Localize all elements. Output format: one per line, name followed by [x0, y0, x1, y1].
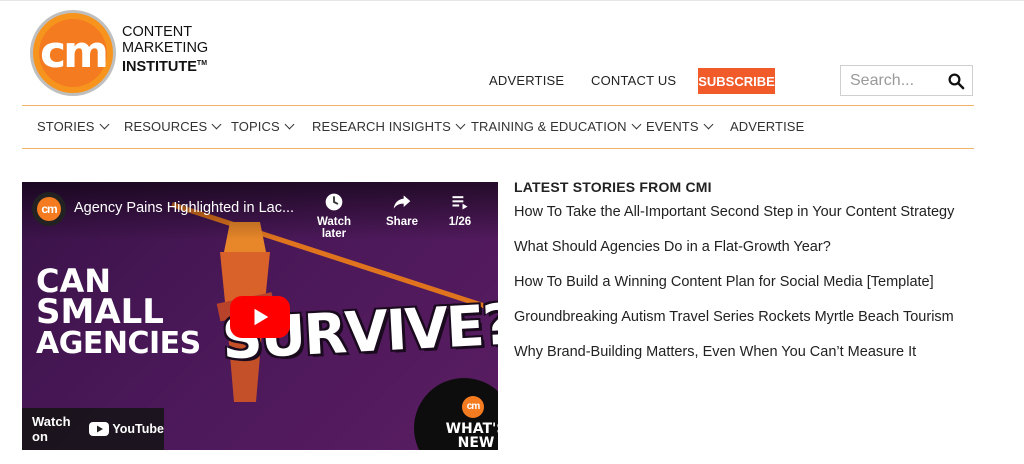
nav-item-research-insights[interactable]: RESEARCH INSIGHTS [312, 119, 466, 134]
play-icon [254, 308, 269, 326]
nav-label: TOPICS [231, 119, 280, 134]
nav-item-advertise[interactable]: ADVERTISE [730, 119, 804, 134]
latest-stories-heading: LATEST STORIES FROM CMI [514, 179, 712, 195]
chevron-down-icon [703, 119, 714, 130]
logo-line-2: MARKETING [122, 40, 209, 56]
nav-item-training-education[interactable]: TRAINING & EDUCATION [471, 119, 642, 134]
chevron-down-icon [284, 119, 295, 130]
story-link[interactable]: How To Take the All-Important Second Ste… [514, 204, 954, 220]
badge-line-1: WHAT'S [445, 421, 498, 437]
logo-mark: cm [40, 27, 109, 78]
chevron-down-icon [211, 119, 222, 130]
nav-bottom-rule [22, 148, 974, 149]
top-border [0, 0, 1024, 1]
nav-item-topics[interactable]: TOPICS [231, 119, 295, 134]
logo-line-3-text: INSTITUTE [122, 58, 197, 75]
story-link[interactable]: Groundbreaking Autism Travel Series Rock… [514, 309, 954, 325]
share-arrow-icon [393, 195, 411, 209]
channel-avatar[interactable]: cm [32, 192, 66, 226]
thumb-text-agencies: AGENCIES [36, 326, 201, 361]
nav-label: TRAINING & EDUCATION [471, 119, 627, 134]
logo-line-1: CONTENT [122, 24, 193, 40]
youtube-play-icon [89, 422, 110, 436]
chevron-down-icon [455, 119, 466, 130]
youtube-word: YouTube [112, 422, 164, 436]
share-label: Share [386, 216, 418, 228]
nav-label: RESEARCH INSIGHTS [312, 119, 451, 134]
clock-icon [325, 193, 343, 211]
playlist-icon [452, 196, 468, 210]
cmi-logo[interactable]: cm CONTENT MARKETING INSTITUTETM [30, 10, 220, 98]
nav-label: STORIES [37, 119, 95, 134]
logo-line-3: INSTITUTETM [122, 56, 222, 75]
trademark: TM [196, 60, 208, 67]
badge-mark: cm [462, 396, 484, 418]
share-button[interactable]: Share [372, 192, 432, 228]
whats-new-badge: cm WHAT'S NEW [414, 378, 498, 450]
nav-item-events[interactable]: EVENTS [646, 119, 714, 134]
youtube-logo: YouTube [89, 422, 164, 436]
watch-later-label: Watch later [316, 216, 352, 240]
story-link[interactable]: What Should Agencies Do in a Flat-Growth… [514, 239, 831, 255]
nav-label: RESOURCES [124, 119, 208, 134]
playlist-button[interactable]: 1/26 [430, 192, 490, 228]
header-contact-link[interactable]: CONTACT US [591, 73, 676, 88]
header-advertise-link[interactable]: ADVERTISE [489, 73, 564, 88]
nav-item-resources[interactable]: RESOURCES [124, 119, 222, 134]
search-input[interactable] [850, 72, 940, 90]
video-embed[interactable]: cm Agency Pains Highlighted in Lac... Wa… [22, 182, 498, 450]
search-box[interactable] [840, 65, 973, 96]
subscribe-button[interactable]: SUBSCRIBE [698, 68, 775, 94]
logo-circle: cm [30, 10, 116, 96]
logo-wordmark: CONTENT MARKETING INSTITUTETM [122, 24, 222, 75]
video-title[interactable]: Agency Pains Highlighted in Lac... [74, 200, 304, 216]
nav-label: EVENTS [646, 119, 699, 134]
channel-mark: cm [37, 197, 61, 221]
badge-line-2: NEW [457, 435, 495, 450]
nav-label: ADVERTISE [730, 119, 805, 134]
playlist-count: 1/26 [448, 216, 472, 228]
watch-on-youtube-button[interactable]: Watch on YouTube [22, 408, 164, 450]
watch-on-label: Watch on [32, 414, 71, 444]
chevron-down-icon [631, 119, 642, 130]
story-link[interactable]: How To Build a Winning Content Plan for … [514, 274, 934, 290]
nav-item-stories[interactable]: STORIES [37, 119, 109, 134]
story-link[interactable]: Why Brand-Building Matters, Even When Yo… [514, 344, 916, 360]
main-nav: STORIES RESOURCES TOPICS RESEARCH INSIGH… [22, 106, 974, 148]
chevron-down-icon [99, 119, 109, 130]
play-button[interactable] [230, 296, 290, 338]
watch-later-button[interactable]: Watch later [304, 192, 364, 240]
search-icon[interactable] [947, 72, 965, 90]
badge-text: WHAT'S NEW [436, 422, 498, 450]
